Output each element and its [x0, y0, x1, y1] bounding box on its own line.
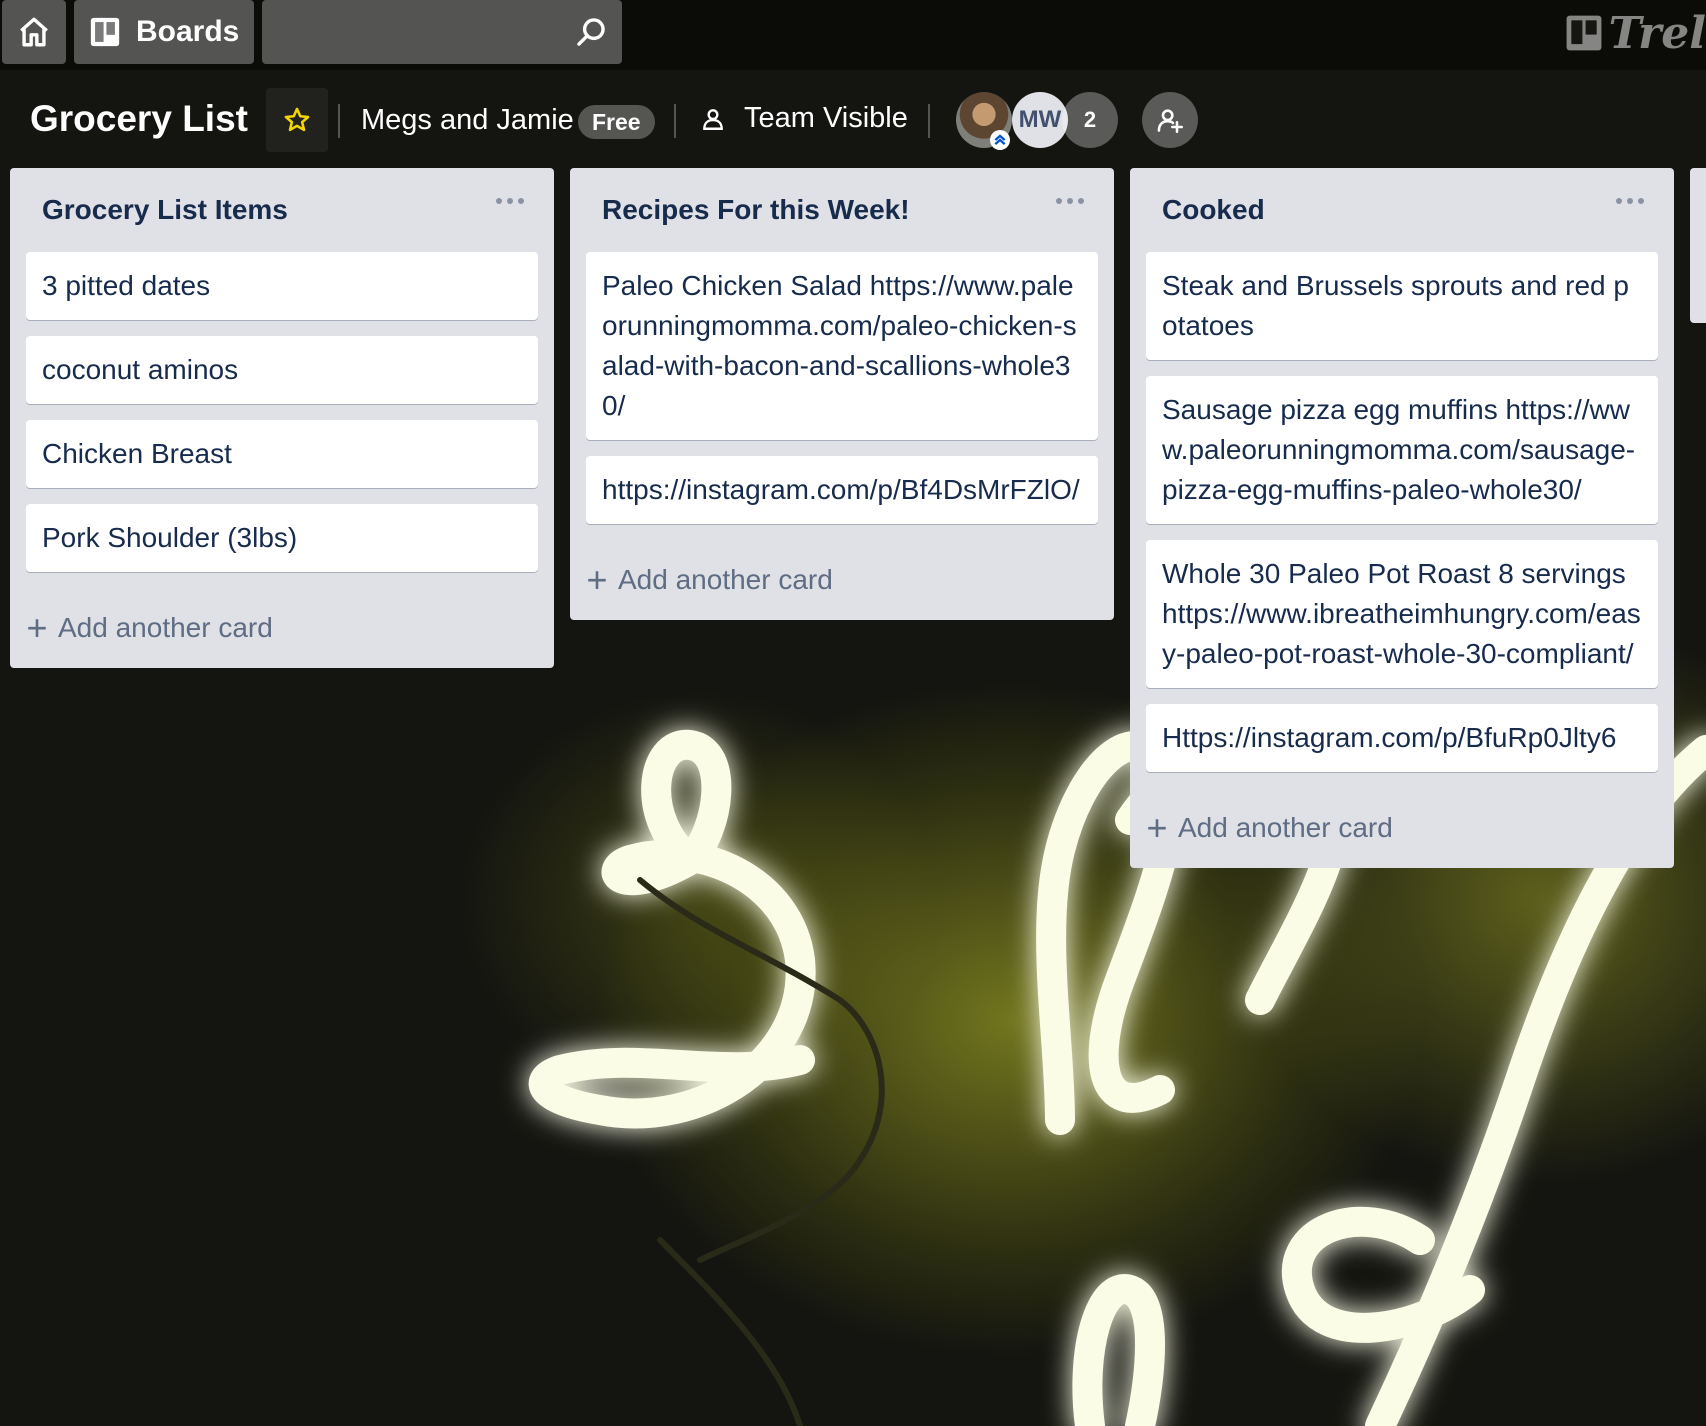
- list-title[interactable]: Recipes For this Week!: [602, 194, 910, 226]
- star-board-button[interactable]: [266, 88, 328, 152]
- card[interactable]: https://instagram.com/p/Bf4DsMrFZlO/: [586, 456, 1098, 524]
- card[interactable]: Steak and Brussels sprouts and red potat…: [1146, 252, 1658, 360]
- boards-button[interactable]: Boards: [74, 0, 254, 64]
- admin-badge: [990, 130, 1010, 150]
- card[interactable]: Https://instagram.com/p/BfuRp0Jlty6: [1146, 704, 1658, 772]
- divider: [338, 104, 340, 138]
- home-icon: [20, 17, 48, 47]
- card[interactable]: Sausage pizza egg muffins https://www.pa…: [1146, 376, 1658, 524]
- more-members-count[interactable]: 2: [1062, 92, 1118, 148]
- divider: [928, 104, 930, 138]
- more-horizontal-icon: [1056, 198, 1084, 204]
- list-title[interactable]: Cooked: [1162, 194, 1265, 226]
- card[interactable]: Whole 30 Paleo Pot Roast 8 servings http…: [1146, 540, 1658, 688]
- list-grocery-list-items[interactable]: Grocery List Items 3 pitted dates coconu…: [10, 168, 554, 668]
- card[interactable]: 3 pitted dates: [26, 252, 538, 320]
- list-menu-button[interactable]: [490, 186, 530, 216]
- member-avatar-initials[interactable]: MW: [1012, 92, 1068, 148]
- search-input[interactable]: [262, 0, 622, 64]
- visibility-label: Team Visible: [744, 102, 908, 134]
- list-partial[interactable]: [1690, 168, 1706, 323]
- add-card-label: Add another card: [58, 612, 273, 643]
- more-horizontal-icon: [496, 198, 524, 204]
- card[interactable]: Chicken Breast: [26, 420, 538, 488]
- plus-icon: +: [1146, 807, 1168, 848]
- top-header: Boards Trel: [0, 0, 1706, 70]
- add-card-button[interactable]: + Add another card: [24, 588, 538, 668]
- logo-icon: [1566, 15, 1601, 51]
- more-horizontal-icon: [1616, 198, 1644, 204]
- list-menu-button[interactable]: [1050, 186, 1090, 216]
- plus-icon: +: [586, 559, 608, 600]
- invite-member-button[interactable]: [1142, 92, 1198, 148]
- add-card-label: Add another card: [1178, 812, 1393, 843]
- search-icon: [577, 18, 605, 46]
- board-title[interactable]: Grocery List: [30, 98, 248, 140]
- boards-icon: [90, 17, 120, 47]
- home-button[interactable]: [2, 0, 66, 64]
- add-member-icon: [1157, 109, 1183, 133]
- list-cooked[interactable]: Cooked Steak and Brussels sprouts and re…: [1130, 168, 1674, 868]
- list-recipes-for-this-week[interactable]: Recipes For this Week! Paleo Chicken Sal…: [570, 168, 1114, 620]
- trello-logo[interactable]: Trel: [1565, 10, 1706, 56]
- star-icon: [284, 107, 310, 132]
- add-card-button[interactable]: + Add another card: [1144, 788, 1658, 868]
- free-badge: Free: [578, 105, 655, 139]
- list-header: Cooked: [1146, 168, 1658, 252]
- logo-text: Trel: [1608, 7, 1706, 59]
- add-card-button[interactable]: + Add another card: [584, 540, 1098, 620]
- team-name-button[interactable]: Megs and Jamie: [361, 104, 574, 137]
- list-header: Grocery List Items: [26, 168, 538, 252]
- card[interactable]: Paleo Chicken Salad https://www.paleorun…: [586, 252, 1098, 440]
- card[interactable]: coconut aminos: [26, 336, 538, 404]
- add-card-label: Add another card: [618, 564, 833, 595]
- list-title[interactable]: Grocery List Items: [42, 194, 288, 226]
- chevron-up-icon: [994, 134, 1006, 145]
- team-icon: [703, 108, 723, 130]
- list-header: Recipes For this Week!: [586, 168, 1098, 252]
- divider: [674, 104, 676, 138]
- card[interactable]: Pork Shoulder (3lbs): [26, 504, 538, 572]
- plus-icon: +: [26, 607, 48, 648]
- visibility-button[interactable]: Team Visible: [700, 102, 908, 135]
- board-header: Grocery List Megs and Jamie Free Team Vi…: [0, 84, 1706, 158]
- list-menu-button[interactable]: [1610, 186, 1650, 216]
- boards-label: Boards: [136, 15, 240, 48]
